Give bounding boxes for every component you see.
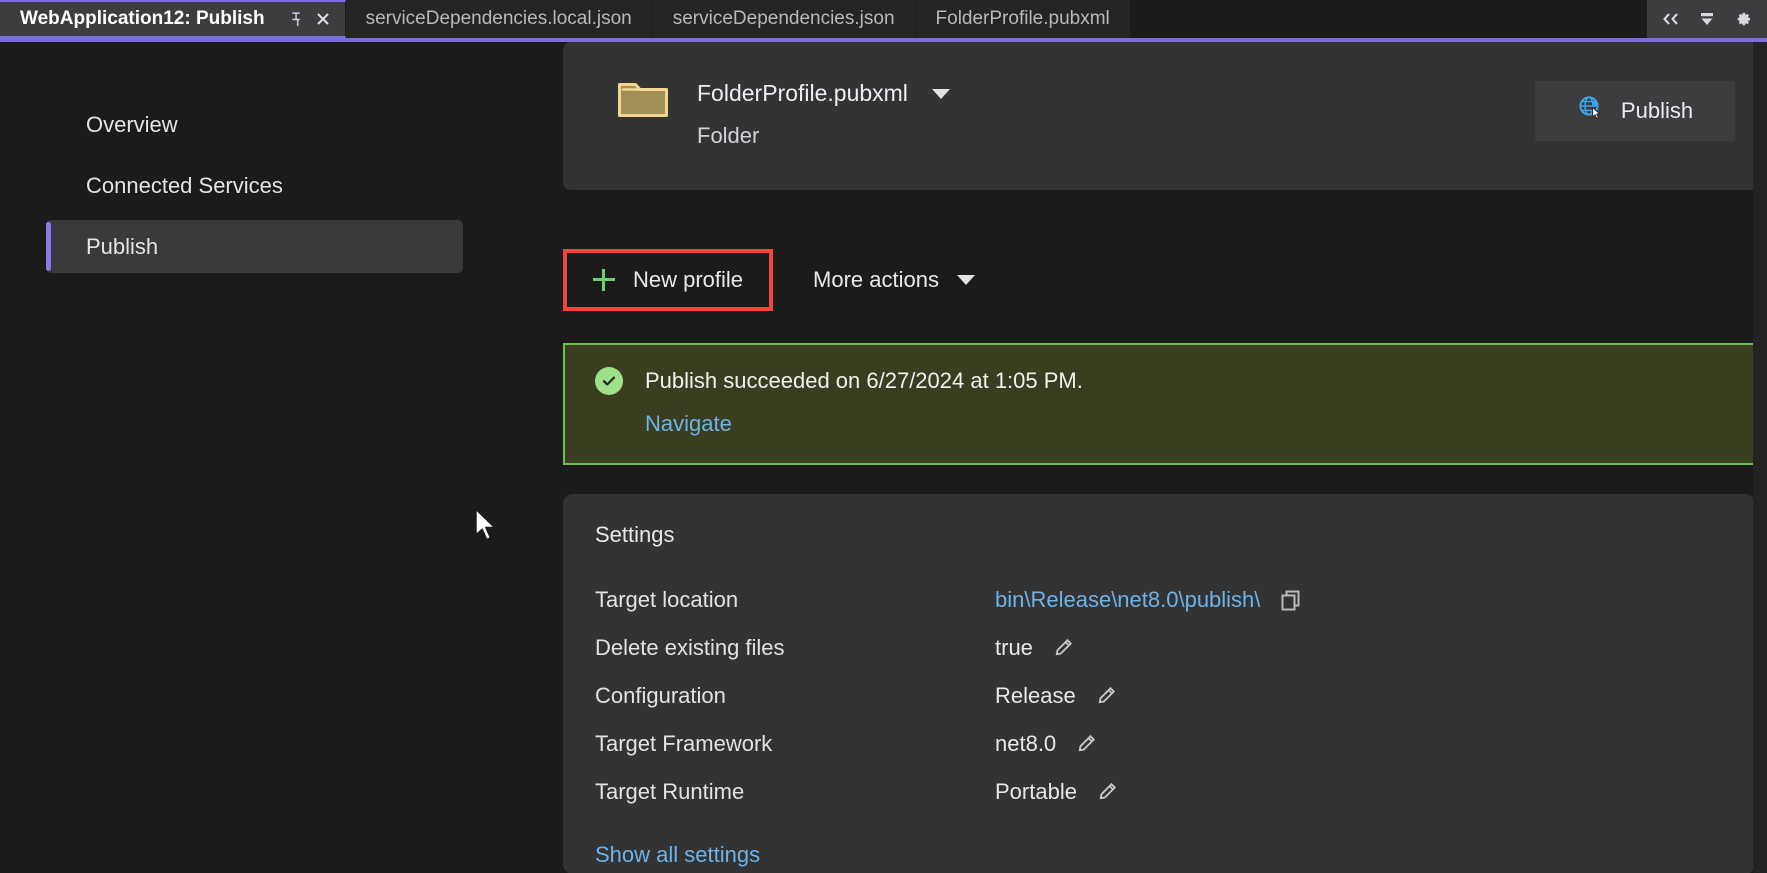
pencil-icon[interactable] bbox=[1074, 732, 1098, 756]
setting-value-group: true bbox=[995, 635, 1075, 661]
main-content: FolderProfile.pubxml Folder Publish New … bbox=[539, 42, 1767, 873]
sidebar-item-label: Publish bbox=[86, 233, 159, 259]
status-message: Publish succeeded on 6/27/2024 at 1:05 P… bbox=[645, 368, 1083, 393]
tab-label: WebApplication12: Publish bbox=[20, 8, 265, 29]
publish-status-banner: Publish succeeded on 6/27/2024 at 1:05 P… bbox=[563, 343, 1755, 465]
close-icon[interactable] bbox=[309, 5, 337, 33]
tab-folderprofile-pubxml[interactable]: FolderProfile.pubxml bbox=[915, 0, 1131, 38]
pencil-icon[interactable] bbox=[1094, 684, 1118, 708]
tab-servicedependencies-local-json[interactable]: serviceDependencies.local.json bbox=[345, 0, 653, 38]
target-location-link[interactable]: bin\Release\net8.0\publish\ bbox=[995, 587, 1260, 613]
settings-card: Settings Target location bin\Release\net… bbox=[563, 494, 1755, 873]
tab-label: FolderProfile.pubxml bbox=[935, 8, 1110, 29]
collapse-chevrons-icon[interactable] bbox=[1653, 0, 1689, 38]
sidebar-item-overview[interactable]: Overview bbox=[46, 98, 463, 151]
banner-message-row: Publish succeeded on 6/27/2024 at 1:05 P… bbox=[595, 367, 1753, 395]
chevron-down-icon bbox=[957, 275, 975, 285]
sidebar-item-label: Connected Services bbox=[86, 172, 283, 198]
pencil-icon[interactable] bbox=[1095, 780, 1119, 804]
tab-label: serviceDependencies.json bbox=[672, 8, 895, 29]
setting-value: net8.0 bbox=[995, 731, 1057, 756]
folder-icon bbox=[617, 78, 669, 127]
tab-strip: WebApplication12: Publish serviceDepende… bbox=[0, 0, 1767, 38]
setting-label: Target Runtime bbox=[595, 779, 745, 804]
copy-icon[interactable] bbox=[1278, 587, 1304, 613]
profile-header-card: FolderProfile.pubxml Folder Publish bbox=[563, 42, 1767, 190]
setting-label: Delete existing files bbox=[595, 635, 785, 660]
tab-strip-tools bbox=[1647, 0, 1767, 38]
page-title: FolderProfile.pubxml bbox=[697, 80, 908, 106]
sidebar-item-label: Overview bbox=[86, 111, 178, 137]
success-check-icon bbox=[595, 367, 623, 395]
setting-label: Target location bbox=[595, 587, 739, 612]
more-actions-button[interactable]: More actions bbox=[805, 253, 983, 307]
table-row: Delete existing files true bbox=[595, 624, 1755, 672]
setting-value: true bbox=[995, 635, 1033, 660]
setting-value-group: Portable bbox=[995, 779, 1119, 805]
navigate-link[interactable]: Navigate bbox=[645, 411, 732, 437]
pencil-icon[interactable] bbox=[1051, 636, 1075, 660]
new-profile-button[interactable]: New profile bbox=[563, 249, 774, 311]
tab-webapplication12-publish[interactable]: WebApplication12: Publish bbox=[0, 0, 346, 38]
chevron-down-icon[interactable] bbox=[931, 88, 950, 99]
tab-strip-filler bbox=[1130, 0, 1647, 38]
setting-value-group: Release bbox=[995, 683, 1118, 709]
tab-servicedependencies-json[interactable]: serviceDependencies.json bbox=[652, 0, 916, 38]
setting-value: Release bbox=[995, 683, 1076, 708]
more-actions-label: More actions bbox=[813, 267, 939, 292]
show-all-settings-link[interactable]: Show all settings bbox=[595, 842, 760, 868]
tab-dropdown-icon[interactable] bbox=[1689, 0, 1725, 38]
publish-globe-icon bbox=[1577, 94, 1605, 128]
setting-label: Configuration bbox=[595, 683, 726, 708]
settings-gear-icon[interactable] bbox=[1725, 0, 1761, 38]
new-profile-label: New profile bbox=[633, 267, 744, 292]
setting-label: Target Framework bbox=[595, 731, 773, 756]
table-row: Configuration Release bbox=[595, 672, 1755, 720]
pin-icon[interactable] bbox=[281, 5, 309, 33]
table-row: Target Runtime Portable bbox=[595, 768, 1755, 816]
vertical-scrollbar[interactable] bbox=[1753, 42, 1767, 873]
profile-subtitle: Folder bbox=[697, 123, 760, 148]
profile-name-row: FolderProfile.pubxml bbox=[697, 80, 1535, 107]
plus-icon bbox=[593, 269, 615, 291]
sidebar: Overview Connected Services Publish bbox=[0, 42, 539, 873]
publish-button[interactable]: Publish bbox=[1535, 81, 1735, 141]
profile-text-block: FolderProfile.pubxml Folder bbox=[697, 80, 1535, 149]
sidebar-item-connected-services[interactable]: Connected Services bbox=[46, 159, 463, 212]
setting-value: Portable bbox=[995, 779, 1077, 804]
setting-value-group: bin\Release\net8.0\publish\ bbox=[995, 587, 1304, 613]
settings-title: Settings bbox=[595, 522, 675, 547]
publish-button-label: Publish bbox=[1620, 98, 1694, 123]
tab-label: serviceDependencies.local.json bbox=[365, 8, 632, 29]
sidebar-item-publish[interactable]: Publish bbox=[46, 220, 463, 273]
action-row: New profile More actions bbox=[563, 249, 983, 311]
table-row: Target location bin\Release\net8.0\publi… bbox=[595, 576, 1755, 624]
table-row: Target Framework net8.0 bbox=[595, 720, 1755, 768]
setting-value-group: net8.0 bbox=[995, 731, 1098, 757]
